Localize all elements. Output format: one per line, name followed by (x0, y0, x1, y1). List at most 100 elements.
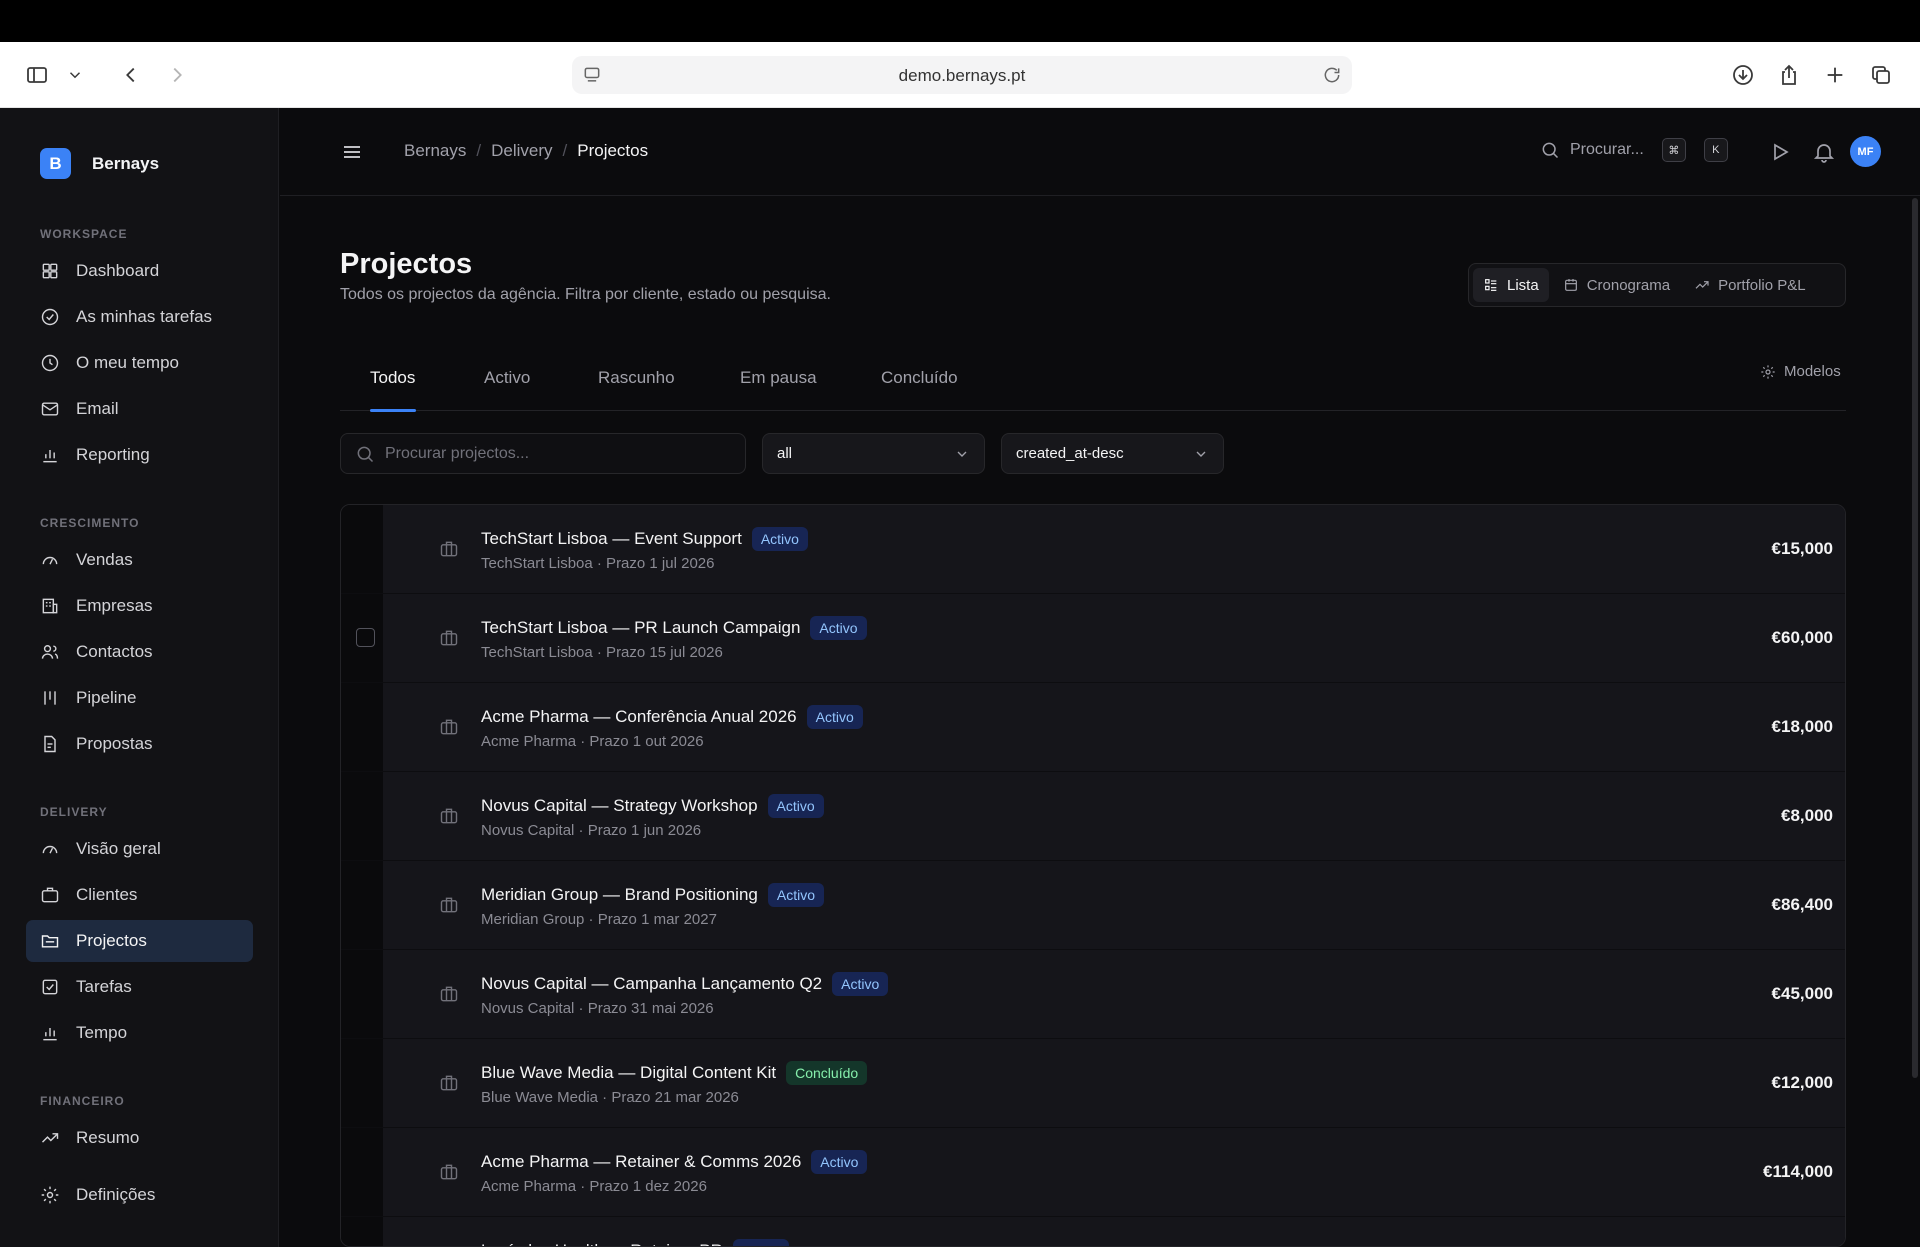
address-bar[interactable]: demo.bernays.pt (572, 56, 1352, 94)
tabs-overview-icon[interactable] (1868, 62, 1894, 88)
sidebar-item-visao-geral[interactable]: Visão geral (26, 828, 253, 870)
sidebar-item-my-tasks[interactable]: As minhas tarefas (26, 296, 253, 338)
project-row[interactable]: TechStart Lisboa — Event Support Activo … (341, 505, 1845, 593)
sidebar-item-resumo[interactable]: Resumo (26, 1117, 253, 1159)
sidebar-item-pipeline[interactable]: Pipeline (26, 677, 253, 719)
models-button[interactable]: Modelos (1760, 363, 1841, 380)
search-input[interactable] (385, 444, 705, 463)
project-row[interactable]: Acme Pharma — Retainer & Comms 2026 Acti… (341, 1128, 1845, 1216)
tab-todos[interactable]: Todos (370, 358, 416, 412)
search-icon (1542, 142, 1559, 159)
breadcrumb: Bernays / Delivery / Projectos (404, 141, 648, 161)
sidebar-item-vendas[interactable]: Vendas (26, 539, 253, 581)
gauge-icon (42, 556, 58, 565)
project-title-line: Novus Capital — Strategy Workshop Activo (481, 794, 824, 818)
view-lista-button[interactable]: Lista (1473, 268, 1549, 302)
tab-concluido[interactable]: Concluído (881, 358, 958, 411)
shortcut-key-k: K (1703, 138, 1728, 162)
bell-icon[interactable] (1812, 140, 1836, 164)
sort-select[interactable]: created_at-desc (1001, 433, 1224, 474)
briefcase-icon (440, 630, 458, 646)
search-label: Procurar... (1570, 141, 1644, 158)
sidebar-item-label: Propostas (76, 734, 153, 753)
chevron-down-icon (957, 451, 967, 457)
sidebar-item-definicoes[interactable]: Definições (26, 1174, 253, 1216)
share-icon[interactable] (1776, 62, 1802, 88)
sidebar-item-contactos[interactable]: Contactos (26, 631, 253, 673)
status-badge: Activo (806, 705, 863, 729)
sidebar-item-propostas[interactable]: Propostas (26, 723, 253, 765)
project-row[interactable]: TechStart Lisboa — PR Launch Campaign Ac… (341, 594, 1845, 682)
breadcrumb-delivery[interactable]: Delivery (491, 141, 552, 161)
top-bar: Bernays / Delivery / Projectos Procurar.… (280, 108, 1920, 196)
project-row[interactable]: Lusíadas Health — Retainer PR Activo (341, 1217, 1845, 1246)
sidebar-item-my-time[interactable]: O meu tempo (26, 342, 253, 384)
tab-activo[interactable]: Activo (484, 358, 530, 411)
project-title[interactable]: Blue Wave Media — Digital Content Kit (481, 1063, 776, 1083)
sidebar-item-projectos[interactable]: Projectos (26, 920, 253, 962)
sidebar-toggle-icon[interactable] (24, 62, 50, 88)
project-title[interactable]: Novus Capital — Strategy Workshop (481, 796, 758, 816)
project-amount: €45,000 (1771, 984, 1833, 1003)
view-cronograma-button[interactable]: Cronograma (1553, 268, 1680, 302)
global-search[interactable]: Procurar... ⌘ K (1540, 138, 1728, 162)
project-row[interactable]: Meridian Group — Brand Positioning Activ… (341, 861, 1845, 949)
forward-icon[interactable] (164, 62, 190, 88)
view-portfolio-button[interactable]: Portfolio P&L (1684, 268, 1816, 302)
sidebar-item-email[interactable]: Email (26, 388, 253, 430)
sidebar-item-label: Dashboard (76, 261, 160, 280)
url-text: demo.bernays.pt (898, 66, 1026, 85)
play-icon[interactable] (1768, 140, 1792, 164)
app-logo[interactable]: B (40, 148, 71, 179)
window-top-bar (0, 0, 1920, 42)
breadcrumb-bernays[interactable]: Bernays (404, 141, 466, 161)
project-title[interactable]: Acme Pharma — Retainer & Comms 2026 (481, 1152, 801, 1172)
back-icon[interactable] (118, 62, 144, 88)
project-title[interactable]: Acme Pharma — Conferência Anual 2026 (481, 707, 797, 727)
row-gutter (341, 1039, 383, 1127)
sidebar-item-reporting[interactable]: Reporting (26, 434, 253, 476)
gauge-icon (42, 845, 58, 854)
sidebar-item-clientes[interactable]: Clientes (26, 874, 253, 916)
sidebar-item-tempo[interactable]: Tempo (26, 1012, 253, 1054)
reload-icon[interactable] (1322, 65, 1342, 85)
project-row[interactable]: Novus Capital — Campanha Lançamento Q2 A… (341, 950, 1845, 1038)
sidebar-item-empresas[interactable]: Empresas (26, 585, 253, 627)
briefcase-icon (440, 1075, 458, 1091)
project-meta: Novus Capital · Prazo 1 jun 2026 (481, 822, 702, 839)
project-amount: €8,000 (1781, 806, 1833, 825)
main-content: Bernays / Delivery / Projectos Procurar.… (280, 108, 1920, 1247)
breadcrumb-separator: / (476, 141, 482, 160)
building-icon (42, 598, 58, 614)
row-body: TechStart Lisboa — PR Launch Campaign Ac… (383, 594, 1845, 682)
chevron-down-icon[interactable] (62, 62, 88, 88)
status-filter-select[interactable]: all (762, 433, 985, 474)
avatar[interactable]: MF (1850, 136, 1881, 167)
breadcrumb-current: Projectos (577, 141, 649, 160)
project-title[interactable]: TechStart Lisboa — PR Launch Campaign (481, 618, 800, 638)
grid-icon (42, 263, 58, 279)
sidebar-item-dashboard[interactable]: Dashboard (26, 250, 253, 292)
project-row[interactable]: Novus Capital — Strategy Workshop Activo… (341, 772, 1845, 860)
app-name[interactable]: Bernays (92, 154, 159, 174)
download-icon[interactable] (1730, 62, 1756, 88)
sidebar-item-tarefas[interactable]: Tarefas (26, 966, 253, 1008)
tab-em-pausa[interactable]: Em pausa (740, 358, 817, 411)
row-checkbox[interactable] (356, 628, 375, 647)
search-icon (357, 446, 374, 462)
sidebar-item-label: O meu tempo (76, 353, 179, 372)
tab-rascunho[interactable]: Rascunho (598, 358, 675, 411)
project-title[interactable]: Novus Capital — Campanha Lançamento Q2 (481, 974, 822, 994)
status-badge: Activo (767, 883, 824, 907)
project-title[interactable]: TechStart Lisboa — Event Support (481, 529, 742, 549)
file-edit-icon (44, 735, 56, 753)
project-row[interactable]: Blue Wave Media — Digital Content Kit Co… (341, 1039, 1845, 1127)
sidebar-item-label: Empresas (76, 596, 153, 615)
menu-icon[interactable] (340, 140, 364, 164)
new-tab-icon[interactable] (1822, 62, 1848, 88)
project-title[interactable]: Meridian Group — Brand Positioning (481, 885, 758, 905)
row-body: Acme Pharma — Conferência Anual 2026 Act… (383, 683, 1845, 771)
project-title[interactable]: Lusíadas Health — Retainer PR (481, 1241, 723, 1246)
scrollbar[interactable] (1912, 198, 1918, 1078)
project-row[interactable]: Acme Pharma — Conferência Anual 2026 Act… (341, 683, 1845, 771)
